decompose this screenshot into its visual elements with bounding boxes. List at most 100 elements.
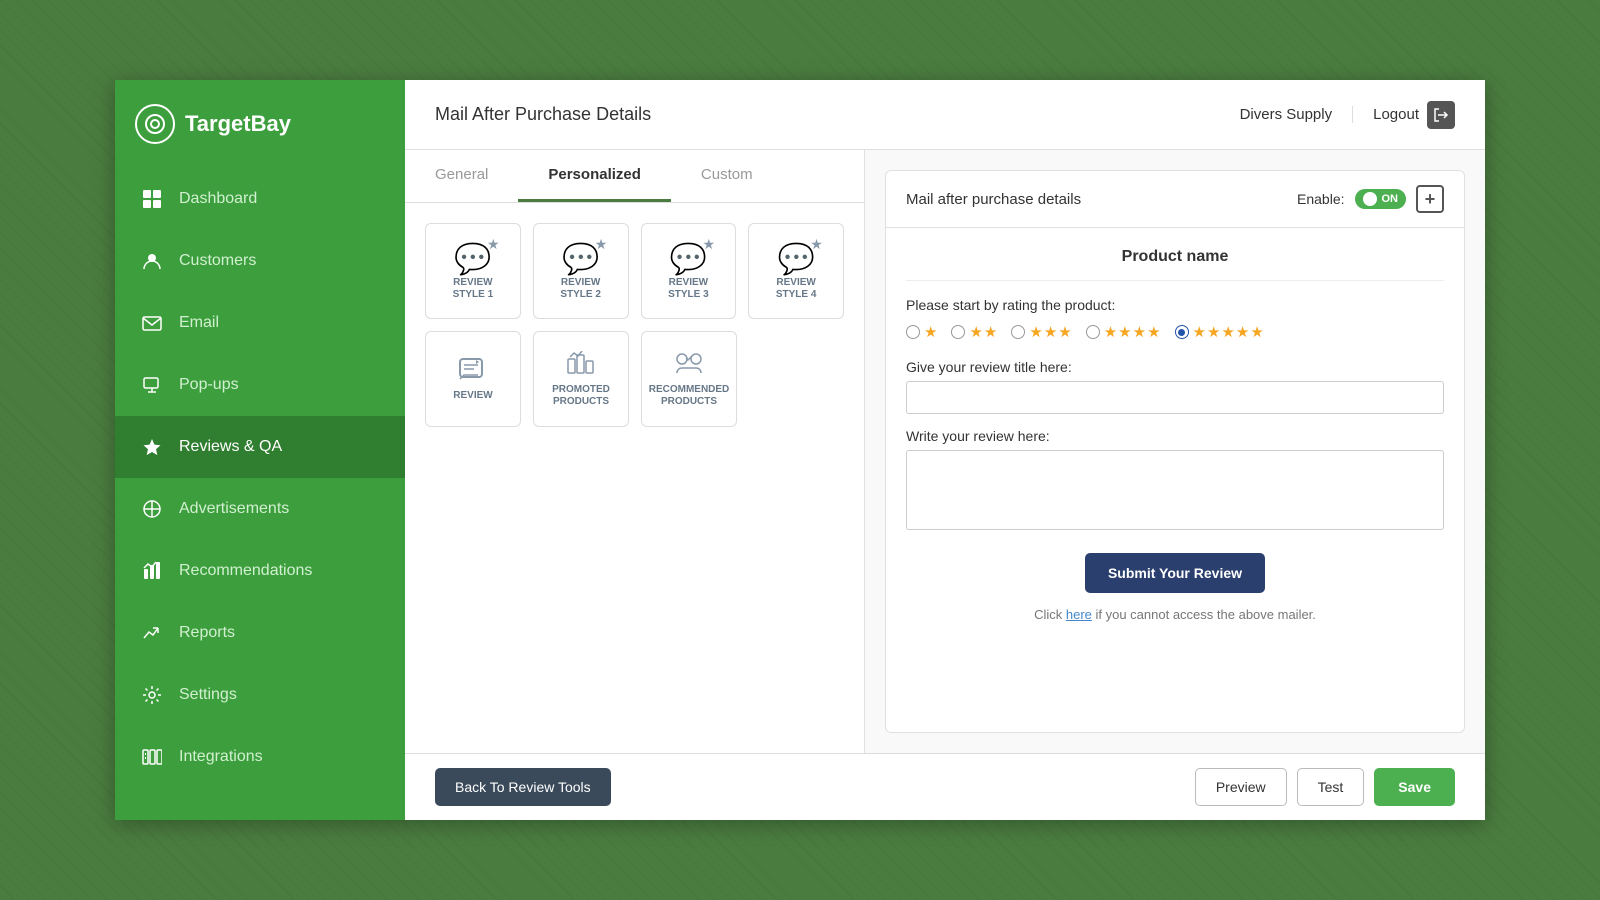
logo: TargetBay	[115, 80, 405, 168]
style-card-promoted[interactable]: PROMOTEDPRODUCTS	[533, 331, 629, 427]
review-style-1-icon: 💬 ★	[454, 242, 491, 277]
review-style-2-icon: 💬 ★	[562, 242, 599, 277]
sidebar-item-advertisements[interactable]: Advertisements	[115, 478, 405, 540]
radio-1[interactable]	[906, 325, 920, 339]
sidebar-item-reviews[interactable]: Reviews & QA	[115, 416, 405, 478]
recommendations-label: Recommendations	[179, 562, 312, 580]
advertisements-icon	[139, 496, 165, 522]
star-option-4[interactable]: ★ ★ ★ ★	[1086, 323, 1161, 341]
style-card-3[interactable]: 💬 ★ REVIEWSTYLE 3	[641, 223, 737, 319]
star-option-5[interactable]: ★ ★ ★ ★ ★	[1175, 323, 1264, 341]
content-area: General Personalized Custom 💬	[405, 150, 1485, 753]
footer-bar: Back To Review Tools Preview Test Save	[405, 753, 1485, 820]
stars-3: ★ ★ ★	[1029, 323, 1071, 341]
tab-personalized[interactable]: Personalized	[518, 150, 671, 202]
rating-label: Please start by rating the product:	[906, 297, 1444, 313]
reports-icon	[139, 620, 165, 646]
tab-general[interactable]: General	[405, 150, 518, 202]
product-name: Product name	[906, 248, 1444, 281]
sidebar-item-integrations[interactable]: Integrations	[115, 726, 405, 788]
test-button[interactable]: Test	[1297, 768, 1365, 806]
preview-title: Mail after purchase details	[906, 191, 1081, 208]
right-panel: Mail after purchase details Enable: ON +…	[865, 150, 1485, 753]
header-right: Divers Supply Logout	[1240, 101, 1455, 129]
enable-label: Enable:	[1297, 191, 1344, 207]
radio-5[interactable]	[1175, 325, 1189, 339]
stars-2: ★ ★	[969, 323, 997, 341]
logout-label: Logout	[1373, 106, 1419, 123]
star-option-1[interactable]: ★	[906, 323, 937, 341]
star-option-3[interactable]: ★ ★ ★	[1011, 323, 1071, 341]
stars-4: ★ ★ ★ ★	[1104, 323, 1161, 341]
promoted-icon	[566, 351, 596, 384]
style-row-2: REVIEW PROMOTEDPRODU	[425, 331, 844, 427]
logo-icon	[135, 104, 175, 144]
page-title: Mail After Purchase Details	[435, 104, 651, 125]
header: Mail After Purchase Details Divers Suppl…	[405, 80, 1485, 150]
reports-label: Reports	[179, 624, 235, 642]
sidebar-item-settings[interactable]: Settings	[115, 664, 405, 726]
review-style-4-icon: 💬 ★	[777, 242, 814, 277]
settings-icon	[139, 682, 165, 708]
stars-5: ★ ★ ★ ★ ★	[1193, 323, 1264, 341]
style-card-review[interactable]: REVIEW	[425, 331, 521, 427]
save-button[interactable]: Save	[1374, 768, 1455, 806]
review-title-label: Give your review title here:	[906, 359, 1444, 375]
sidebar-item-recommendations[interactable]: Recommendations	[115, 540, 405, 602]
integrations-icon	[139, 744, 165, 770]
dashboard-label: Dashboard	[179, 190, 257, 208]
sidebar-item-popups[interactable]: Pop-ups	[115, 354, 405, 416]
toggle-text: ON	[1382, 193, 1399, 205]
logout-icon	[1427, 101, 1455, 129]
logout-button[interactable]: Logout	[1353, 101, 1455, 129]
settings-label: Settings	[179, 686, 237, 704]
enable-toggle[interactable]: ON	[1355, 189, 1407, 209]
customers-icon	[139, 248, 165, 274]
star-options: ★ ★ ★	[906, 323, 1444, 341]
footer-actions: Preview Test Save	[1195, 768, 1455, 806]
radio-3[interactable]	[1011, 325, 1025, 339]
review-body-label: Write your review here:	[906, 428, 1444, 444]
sidebar-item-email[interactable]: Email	[115, 292, 405, 354]
left-panel: General Personalized Custom 💬	[405, 150, 865, 753]
add-button[interactable]: +	[1416, 185, 1444, 213]
preview-body: Product name Please start by rating the …	[885, 228, 1465, 733]
style-card-4[interactable]: 💬 ★ REVIEWSTYLE 4	[748, 223, 844, 319]
sidebar-item-dashboard[interactable]: Dashboard	[115, 168, 405, 230]
preview-button[interactable]: Preview	[1195, 768, 1287, 806]
back-to-review-tools-button[interactable]: Back To Review Tools	[435, 768, 611, 806]
dashboard-icon	[139, 186, 165, 212]
email-label: Email	[179, 314, 219, 332]
submit-review-button[interactable]: Submit Your Review	[1085, 553, 1265, 593]
enable-section: Enable: ON +	[1297, 185, 1444, 213]
review-body-input[interactable]	[906, 450, 1444, 530]
style-row-1: 💬 ★ REVIEWSTYLE 1 💬 ★ REVIEWSTYLE 2	[425, 223, 844, 319]
star-option-2[interactable]: ★ ★	[951, 323, 997, 341]
tab-custom[interactable]: Custom	[671, 150, 783, 202]
review-icon	[458, 357, 488, 390]
review-title-input[interactable]	[906, 381, 1444, 414]
style-card-1[interactable]: 💬 ★ REVIEWSTYLE 1	[425, 223, 521, 319]
preview-header: Mail after purchase details Enable: ON +	[885, 170, 1465, 228]
email-icon	[139, 310, 165, 336]
integrations-label: Integrations	[179, 748, 263, 766]
style-card-2[interactable]: 💬 ★ REVIEWSTYLE 2	[533, 223, 629, 319]
popups-label: Pop-ups	[179, 376, 239, 394]
sidebar-item-reports[interactable]: Reports	[115, 602, 405, 664]
sidebar: TargetBay Dashboard	[115, 80, 405, 820]
main-content: Mail After Purchase Details Divers Suppl…	[405, 80, 1485, 820]
advertisements-label: Advertisements	[179, 500, 289, 518]
style-card-recommended[interactable]: RECOMMENDEDPRODUCTS	[641, 331, 737, 427]
review-style-3-icon: 💬 ★	[670, 242, 707, 277]
tab-bar: General Personalized Custom	[405, 150, 864, 203]
style-grid: 💬 ★ REVIEWSTYLE 1 💬 ★ REVIEWSTYLE 2	[405, 203, 864, 753]
radio-4[interactable]	[1086, 325, 1100, 339]
company-name: Divers Supply	[1240, 106, 1354, 123]
click-here-link[interactable]: here	[1066, 607, 1092, 622]
radio-2[interactable]	[951, 325, 965, 339]
sidebar-item-customers[interactable]: Customers	[115, 230, 405, 292]
reviews-label: Reviews & QA	[179, 438, 282, 456]
customers-label: Customers	[179, 252, 256, 270]
click-here-text: Click here if you cannot access the abov…	[906, 607, 1444, 622]
recommendations-icon	[139, 558, 165, 584]
